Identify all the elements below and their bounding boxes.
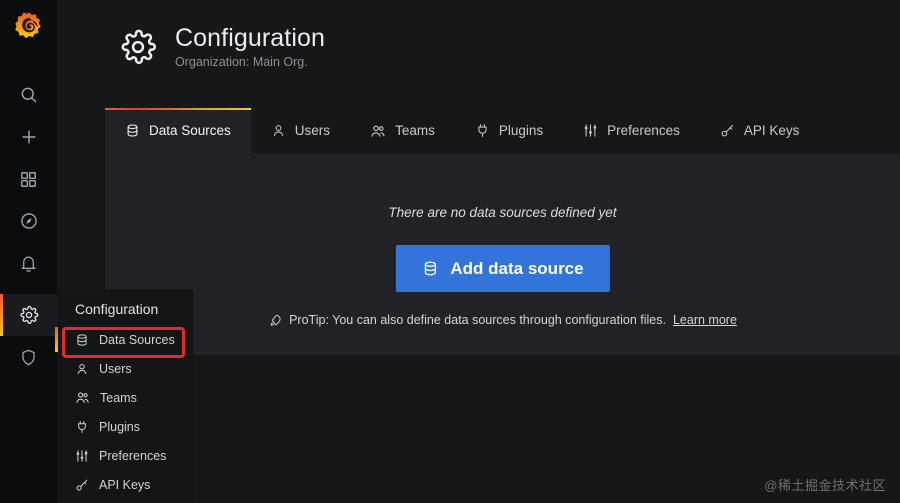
compass-icon	[19, 211, 39, 231]
data-sources-panel: There are no data sources defined yet Ad…	[105, 153, 900, 355]
key-icon	[720, 123, 735, 138]
tab-label: Teams	[395, 123, 435, 138]
sidebar-item-server-admin[interactable]	[0, 336, 57, 378]
plus-icon	[19, 127, 39, 147]
sidebar-item-dashboards[interactable]	[0, 158, 57, 200]
tab-label: API Keys	[744, 123, 800, 138]
users-icon	[75, 390, 90, 405]
sliders-icon	[583, 123, 598, 138]
sidebar-item-create[interactable]	[0, 116, 57, 158]
database-icon	[421, 260, 438, 277]
tab-label: Preferences	[607, 123, 680, 138]
user-icon	[271, 123, 286, 138]
user-icon	[75, 362, 89, 376]
protip-text: ProTip: You can also define data sources…	[289, 313, 666, 327]
shield-icon	[19, 348, 38, 367]
sidebar-item-search[interactable]	[0, 74, 57, 116]
protip-row: ProTip: You can also define data sources…	[105, 313, 900, 327]
left-sidebar	[0, 0, 57, 503]
bell-icon	[19, 254, 38, 273]
tab-label: Users	[295, 123, 330, 138]
database-icon	[75, 333, 89, 347]
page-header: Configuration Organization: Main Org.	[119, 25, 325, 69]
grafana-logo-icon	[14, 11, 44, 41]
search-icon	[19, 85, 39, 105]
menu-item-label: Plugins	[99, 420, 140, 434]
menu-item-label: Users	[99, 362, 132, 376]
plug-icon	[75, 420, 89, 434]
database-icon	[125, 123, 140, 138]
gear-icon	[119, 28, 157, 66]
menu-item-label: Teams	[100, 391, 137, 405]
dropdown-title: Configuration	[57, 297, 193, 325]
tab-preferences[interactable]: Preferences	[563, 108, 700, 153]
configuration-dropdown-menu: Configuration Data Sources Users Teams P…	[57, 289, 193, 503]
sidebar-item-explore[interactable]	[0, 200, 57, 242]
dashboards-icon	[19, 170, 38, 189]
page-header-bar: Configuration Organization: Main Org.	[57, 0, 900, 108]
users-icon	[370, 123, 386, 139]
tab-label: Plugins	[499, 123, 543, 138]
menu-item-users[interactable]: Users	[57, 354, 193, 383]
learn-more-link[interactable]: Learn more	[673, 313, 737, 327]
menu-item-data-sources[interactable]: Data Sources	[57, 325, 193, 354]
plug-icon	[475, 123, 490, 138]
menu-item-label: API Keys	[99, 478, 150, 492]
menu-item-teams[interactable]: Teams	[57, 383, 193, 412]
tab-users[interactable]: Users	[251, 108, 350, 153]
sidebar-item-alerting[interactable]	[0, 242, 57, 284]
tab-label: Data Sources	[149, 123, 231, 138]
sliders-icon	[75, 449, 89, 463]
tab-api-keys[interactable]: API Keys	[700, 108, 820, 153]
menu-item-label: Data Sources	[99, 333, 175, 347]
menu-item-api-keys[interactable]: API Keys	[57, 470, 193, 499]
key-icon	[75, 478, 89, 492]
empty-state-message: There are no data sources defined yet	[105, 205, 900, 220]
grafana-logo[interactable]	[0, 0, 57, 52]
watermark: @稀土掘金技术社区	[764, 475, 886, 494]
tab-bar: Data Sources Users Teams Plugins Prefere…	[105, 108, 900, 153]
add-data-source-button[interactable]: Add data source	[395, 245, 609, 292]
rocket-icon	[268, 313, 282, 327]
page-subtitle: Organization: Main Org.	[175, 55, 325, 69]
title-block: Configuration Organization: Main Org.	[175, 25, 325, 69]
page-title: Configuration	[175, 25, 325, 53]
tab-teams[interactable]: Teams	[350, 108, 455, 153]
sidebar-item-configuration[interactable]	[0, 294, 57, 336]
gear-icon	[19, 305, 39, 325]
tab-data-sources[interactable]: Data Sources	[105, 108, 251, 153]
menu-item-preferences[interactable]: Preferences	[57, 441, 193, 470]
menu-item-plugins[interactable]: Plugins	[57, 412, 193, 441]
add-data-source-label: Add data source	[450, 259, 583, 279]
menu-item-label: Preferences	[99, 449, 166, 463]
tab-plugins[interactable]: Plugins	[455, 108, 563, 153]
